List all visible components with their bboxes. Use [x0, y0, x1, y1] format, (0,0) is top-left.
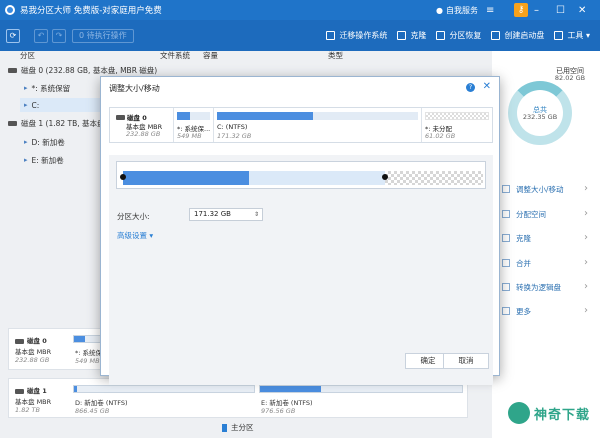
used-space-value: 82.02 GB: [554, 74, 586, 82]
wrench-icon: [554, 31, 564, 40]
clone-icon: [502, 234, 510, 242]
chevron-right-icon[interactable]: [584, 258, 594, 268]
disk-icon: [8, 120, 17, 126]
main-toolbar: ⟳ ↶ ↷ 0 待执行操作 迁移操作系统 克隆 分区恢复 创建启动盘 工具 ▾: [0, 20, 600, 51]
watermark-text: 神奇下载: [534, 408, 591, 423]
primary-swatch: [222, 423, 227, 432]
resize-unallocated-region: [385, 171, 483, 185]
tree-disk0[interactable]: 磁盘 0 (232.88 GB, 基本盘, MBR 磁盘): [8, 63, 157, 77]
resize-area: [109, 155, 493, 385]
more-icon: [502, 307, 510, 315]
window-title: 易我分区大师 免费版-对家庭用户免费: [20, 6, 162, 16]
disk-icon: [15, 389, 24, 394]
chevron-right-icon[interactable]: [584, 306, 594, 316]
op-allocate-space[interactable]: 分配空间: [502, 207, 546, 221]
segment-unallocated[interactable]: *: 未分配 61.02 GB: [422, 108, 492, 142]
close-dialog-button[interactable]: ✕: [483, 81, 491, 92]
partition-icon: ▸: [24, 156, 28, 164]
watermark-logo: 神奇下载: [508, 398, 596, 432]
resize-right-handle[interactable]: [382, 174, 388, 180]
help-icon[interactable]: ?: [466, 83, 475, 92]
resize-left-handle[interactable]: [120, 174, 126, 180]
op-resize-move[interactable]: 调整大小/移动: [502, 182, 564, 196]
chevron-right-icon[interactable]: [584, 184, 594, 194]
disk-layout-strip: 磁盘 0 基本盘 MBR 232.88 GB *: 系统保... 549 MB …: [109, 107, 493, 143]
migrate-os-button[interactable]: 迁移操作系统: [326, 30, 387, 41]
dialog-title: 调整大小/移动: [109, 84, 160, 93]
partition-icon: ▸: [24, 84, 28, 92]
disk-icon: [15, 339, 24, 344]
allocate-icon: [502, 210, 510, 218]
column-type[interactable]: 类型: [328, 50, 343, 62]
partition-size-label: 分区大小:: [117, 212, 150, 221]
tree-disk0-c[interactable]: ▸ C:: [24, 98, 39, 112]
watermark-icon: [508, 402, 530, 424]
column-partition[interactable]: 分区: [20, 50, 35, 62]
operations-panel: 已用空间 82.02 GB 总共 232.35 GB 调整大小/移动 分配空间 …: [492, 51, 600, 438]
resize-move-dialog: 调整大小/移动 ? ✕ 磁盘 0 基本盘 MBR 232.88 GB *: 系统…: [100, 76, 500, 385]
close-window-button[interactable]: ✕: [578, 0, 600, 20]
disk-icon: [8, 67, 17, 73]
tree-disk0-reserved[interactable]: ▸ *: 系统保留: [24, 81, 70, 95]
chevron-right-icon[interactable]: [584, 209, 594, 219]
resize-free-region: [249, 171, 385, 185]
maximize-button[interactable]: ☐: [556, 0, 578, 20]
segment-reserved-fill: [177, 112, 191, 120]
create-bootable-button[interactable]: 创建启动盘: [491, 30, 544, 41]
minimize-button[interactable]: –: [534, 0, 556, 20]
activate-key-icon[interactable]: ⚷: [514, 3, 528, 17]
user-icon: ●: [436, 5, 443, 15]
title-bar: 易我分区大师 免费版-对家庭用户免费 ● 自我服务 ≡ ⚷ – ☐ ✕: [0, 0, 600, 20]
disk0-reserved-bar[interactable]: [73, 335, 103, 343]
chevron-right-icon[interactable]: [584, 233, 594, 243]
merge-icon: [502, 259, 510, 267]
partition-icon: ▸: [24, 101, 28, 109]
spinner-icon[interactable]: ⇕: [254, 209, 259, 220]
disk1-e-bar[interactable]: [259, 385, 463, 393]
convert-icon: [502, 283, 510, 291]
undo-button[interactable]: ↶: [34, 28, 48, 43]
legend-primary-partition: 主分区: [222, 422, 254, 433]
op-clone[interactable]: 克隆: [502, 231, 531, 245]
cancel-button[interactable]: 取消: [443, 353, 489, 369]
column-filesystem[interactable]: 文件系统: [160, 50, 190, 62]
op-convert-logical[interactable]: 转换为逻辑盘: [502, 280, 561, 294]
boot-disk-icon: [491, 31, 501, 40]
chevron-right-icon[interactable]: [584, 282, 594, 292]
menu-icon[interactable]: ≡: [486, 0, 508, 20]
disk-icon: [116, 115, 125, 120]
disk-info-segment: 磁盘 0 基本盘 MBR 232.88 GB: [110, 108, 174, 142]
segment-c-fill: [217, 112, 314, 120]
advanced-settings-link[interactable]: 高级设置 ▾: [117, 230, 153, 241]
app-logo-icon: [5, 5, 15, 15]
op-merge[interactable]: 合并: [502, 256, 531, 270]
tree-disk1-d[interactable]: ▸ D: 新加卷: [24, 135, 65, 149]
redo-button[interactable]: ↷: [52, 28, 66, 43]
login-button[interactable]: ● 自我服务: [436, 0, 478, 20]
column-capacity[interactable]: 容量: [203, 50, 218, 62]
pending-operations-button[interactable]: 0 待执行操作: [72, 28, 134, 43]
clone-icon: [397, 31, 407, 40]
segment-reserved[interactable]: *: 系统保... 549 MB: [174, 108, 214, 142]
refresh-button[interactable]: ⟳: [6, 28, 20, 43]
clone-button[interactable]: 克隆: [397, 30, 426, 41]
segment-c-drive[interactable]: C: (NTFS) 171.32 GB: [214, 108, 422, 142]
migrate-icon: [326, 31, 336, 40]
partition-size-input[interactable]: 171.32 GB ⇕: [189, 208, 263, 221]
partition-icon: ▸: [24, 138, 28, 146]
op-more[interactable]: 更多: [502, 304, 531, 318]
disk1-d-bar[interactable]: [73, 385, 255, 393]
total-value: 232.35 GB: [522, 113, 558, 121]
tools-menu-button[interactable]: 工具 ▾: [554, 30, 590, 41]
partition-recovery-button[interactable]: 分区恢复: [436, 30, 481, 41]
segment-unallocated-hatch: [425, 112, 489, 120]
recovery-icon: [436, 31, 446, 40]
resize-icon: [502, 185, 510, 193]
resize-used-region: [123, 171, 249, 185]
resize-slider-track[interactable]: [116, 161, 486, 189]
tree-disk1-e[interactable]: ▸ E: 新加卷: [24, 153, 64, 167]
